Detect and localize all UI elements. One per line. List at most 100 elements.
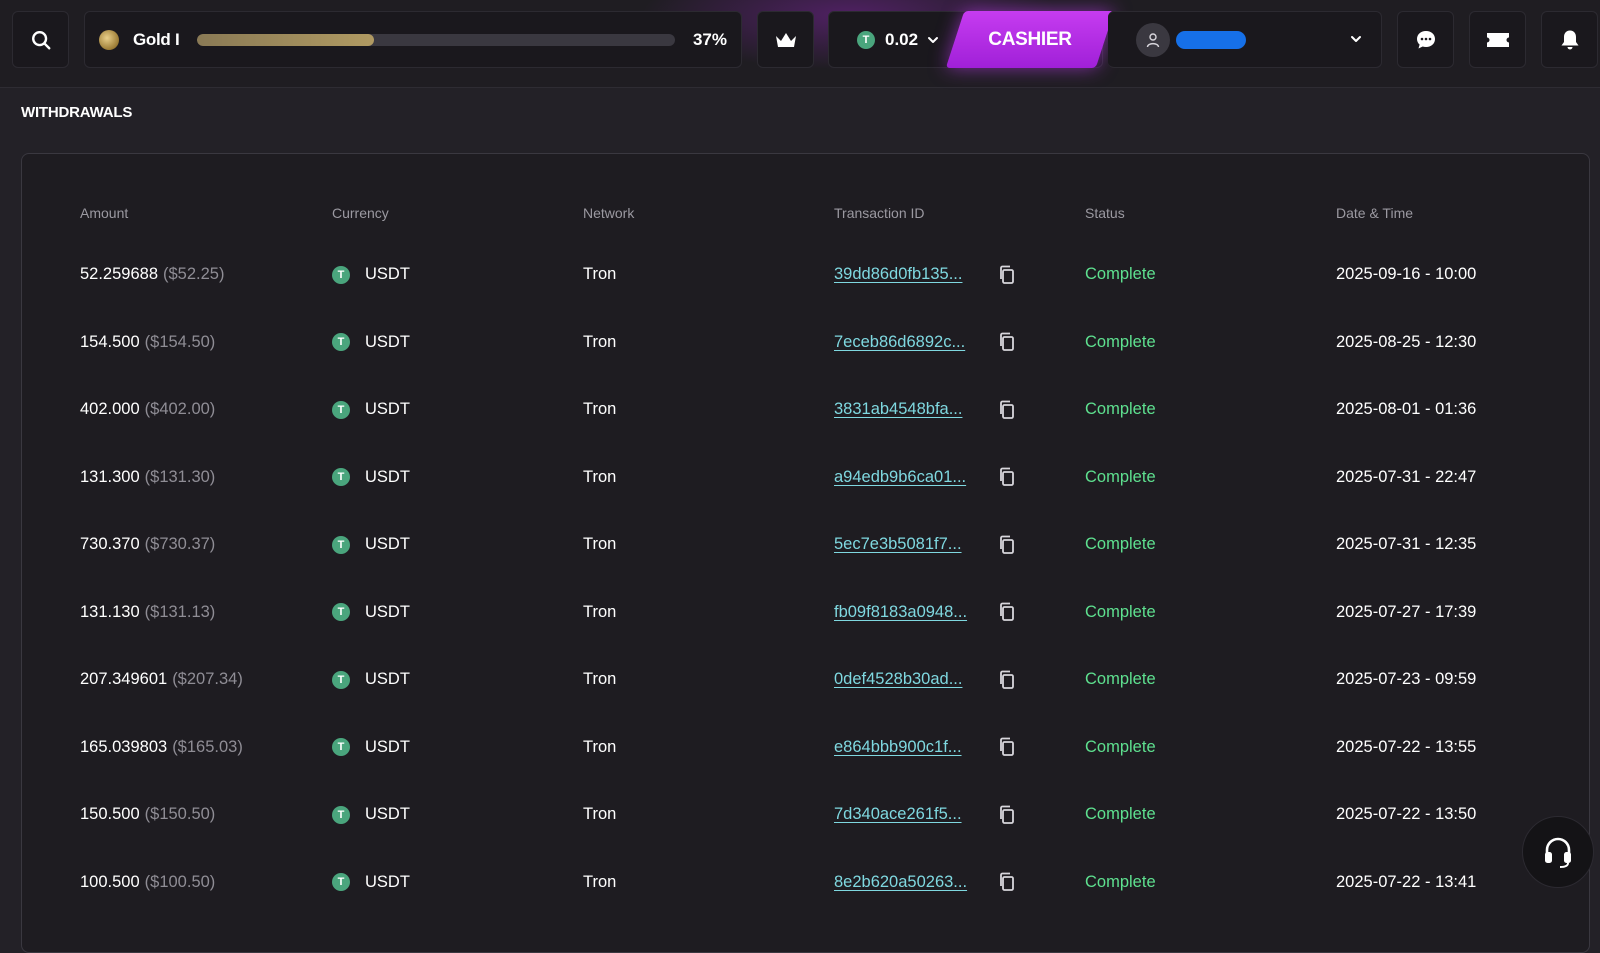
datetime-cell: 2025-08-25 - 12:30 bbox=[1336, 332, 1477, 351]
amount-cell: 100.500 ($100.50) bbox=[80, 849, 215, 916]
transaction-id-cell: e864bbb900c1f... bbox=[834, 714, 962, 781]
table-row: 150.500 ($150.50) T USDT Tron 7d340ace261f5..… bbox=[0, 781, 1600, 848]
amount-usd: ($165.03) bbox=[172, 737, 243, 756]
transaction-id-cell: fb09f8183a0948... bbox=[834, 579, 967, 646]
copy-button[interactable] bbox=[998, 241, 1016, 308]
currency-name: USDT bbox=[365, 400, 410, 418]
table-row: 165.039803 ($165.03) T USDT Tron e864bbb900c1… bbox=[0, 714, 1600, 781]
copy-button[interactable] bbox=[998, 511, 1016, 578]
transaction-id-link[interactable]: fb09f8183a0948... bbox=[834, 603, 967, 622]
table-row: 402.000 ($402.00) T USDT Tron 3831ab4548bfa..… bbox=[0, 376, 1600, 443]
transaction-id-cell: 0def4528b30ad... bbox=[834, 646, 962, 713]
currency-cell: T USDT bbox=[332, 376, 410, 443]
tether-icon: T bbox=[857, 30, 875, 49]
chat-button[interactable] bbox=[1397, 11, 1454, 68]
username-redacted: redacted-username bbox=[1176, 30, 1246, 49]
currency-name: USDT bbox=[365, 805, 410, 823]
copy-button[interactable] bbox=[998, 309, 1016, 376]
support-button[interactable] bbox=[1522, 816, 1594, 888]
rank-progress[interactable]: Gold I 37% bbox=[84, 11, 742, 68]
amount-value: 131.130 bbox=[80, 602, 140, 621]
network-cell: Tron bbox=[583, 670, 617, 688]
avatar bbox=[1136, 22, 1170, 57]
network-cell: Tron bbox=[583, 265, 617, 283]
currency-name: USDT bbox=[365, 332, 410, 351]
currency-name: USDT bbox=[365, 467, 410, 486]
copy-button[interactable] bbox=[998, 376, 1016, 443]
copy-button[interactable] bbox=[998, 579, 1016, 646]
tickets-button[interactable] bbox=[1469, 11, 1526, 68]
status-badge: Complete bbox=[1085, 670, 1156, 688]
wallet-balance: 0.02 bbox=[885, 29, 919, 49]
datetime-cell: 2025-07-31 - 22:47 bbox=[1336, 467, 1477, 486]
amount-value: 131.300 bbox=[80, 467, 140, 486]
rank-progress-bar bbox=[197, 33, 675, 46]
copy-button[interactable] bbox=[998, 714, 1016, 781]
vip-button[interactable] bbox=[757, 11, 814, 68]
status-badge: Complete bbox=[1085, 535, 1156, 553]
user-menu[interactable]: redacted-username bbox=[1108, 11, 1382, 68]
status-badge: Complete bbox=[1085, 467, 1156, 486]
amount-value: 165.039803 bbox=[80, 737, 168, 756]
currency-cell: T USDT bbox=[332, 781, 410, 848]
amount-usd: ($100.50) bbox=[144, 872, 216, 891]
amount-value: 154.500 bbox=[80, 332, 140, 351]
search-icon bbox=[31, 30, 50, 49]
column-header-network: Network bbox=[583, 205, 635, 221]
amount-cell: 207.349601 ($207.34) bbox=[80, 646, 243, 713]
network-cell: Tron bbox=[583, 737, 617, 756]
chevron-down-icon bbox=[928, 36, 939, 43]
copy-icon bbox=[1000, 400, 1014, 419]
amount-cell: 52.259688 ($52.25) bbox=[80, 241, 224, 308]
status-badge: Complete bbox=[1085, 400, 1156, 418]
cashier-button[interactable]: CASHIER bbox=[955, 11, 1105, 68]
transaction-id-cell: 39dd86d0fb135... bbox=[834, 241, 962, 308]
table-row: 131.130 ($131.13) T USDT Tron fb09f8183a0948.… bbox=[0, 579, 1600, 646]
notifications-button[interactable] bbox=[1541, 11, 1598, 68]
tether-icon: T bbox=[332, 670, 350, 689]
copy-button[interactable] bbox=[998, 646, 1016, 713]
amount-cell: 131.300 ($131.30) bbox=[80, 444, 215, 511]
transaction-id-cell: a94edb9b6ca01... bbox=[834, 444, 966, 511]
status-badge: Complete bbox=[1085, 265, 1156, 283]
transaction-id-link[interactable]: 7eceb86d6892c... bbox=[834, 333, 965, 352]
network-cell: Tron bbox=[583, 332, 617, 351]
headset-icon bbox=[1545, 837, 1571, 868]
amount-cell: 150.500 ($150.50) bbox=[80, 781, 215, 848]
copy-icon bbox=[1000, 332, 1014, 351]
network-cell: Tron bbox=[583, 400, 617, 418]
amount-cell: 730.370 ($730.37) bbox=[80, 511, 215, 578]
tether-icon: T bbox=[332, 738, 350, 756]
datetime-cell: 2025-07-31 - 12:35 bbox=[1336, 535, 1477, 553]
transaction-id-link[interactable]: 5ec7e3b5081f7... bbox=[834, 535, 962, 554]
table-row: 100.500 ($100.50) T USDT Tron 8e2b620a50263..… bbox=[0, 849, 1600, 916]
copy-button[interactable] bbox=[998, 444, 1016, 511]
transaction-id-link[interactable]: 0def4528b30ad... bbox=[834, 670, 962, 689]
transaction-id-link[interactable]: e864bbb900c1f... bbox=[834, 738, 962, 757]
tether-icon: T bbox=[332, 805, 350, 824]
amount-value: 52.259688 bbox=[80, 265, 158, 283]
currency-name: USDT bbox=[365, 670, 410, 688]
transaction-id-link[interactable]: 39dd86d0fb135... bbox=[834, 265, 962, 284]
copy-button[interactable] bbox=[998, 781, 1016, 848]
network-cell: Tron bbox=[583, 805, 617, 823]
transaction-id-cell: 3831ab4548bfa... bbox=[834, 376, 962, 443]
amount-value: 730.370 bbox=[80, 535, 140, 553]
currency-name: USDT bbox=[365, 535, 410, 553]
amount-usd: ($730.37) bbox=[144, 535, 216, 553]
status-badge: Complete bbox=[1085, 805, 1156, 823]
copy-button[interactable] bbox=[998, 849, 1016, 916]
transaction-id-link[interactable]: a94edb9b6ca01... bbox=[834, 468, 966, 487]
amount-usd: ($402.00) bbox=[144, 400, 216, 418]
currency-name: USDT bbox=[365, 602, 410, 621]
search-button[interactable] bbox=[12, 11, 69, 68]
network-cell: Tron bbox=[583, 535, 617, 553]
status-badge: Complete bbox=[1085, 602, 1156, 621]
transaction-id-link[interactable]: 7d340ace261f5... bbox=[834, 805, 962, 824]
page-title: WITHDRAWALS bbox=[21, 104, 133, 121]
transaction-id-link[interactable]: 3831ab4548bfa... bbox=[834, 400, 962, 419]
transaction-id-link[interactable]: 8e2b620a50263... bbox=[834, 873, 967, 892]
chat-icon bbox=[1416, 30, 1435, 48]
transaction-id-cell: 7eceb86d6892c... bbox=[834, 309, 965, 376]
currency-cell: T USDT bbox=[332, 714, 410, 781]
